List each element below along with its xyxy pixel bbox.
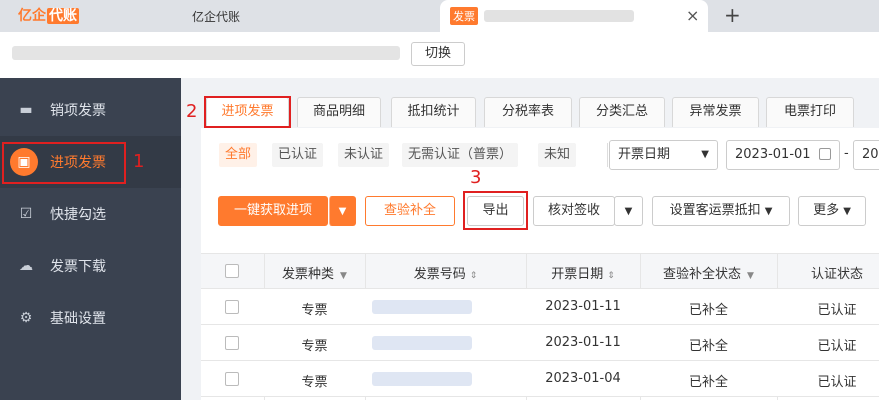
company-name-redacted [12, 46, 400, 60]
filter-no-cert-needed[interactable]: 无需认证（普票） [402, 143, 519, 167]
sort-icon[interactable]: ⇕ [470, 271, 478, 281]
annotation-number-3: 3 [470, 167, 482, 188]
filter-unknown[interactable]: 未知 [538, 143, 577, 167]
annotation-number-2: 2 [186, 101, 198, 122]
cell-invoice-date: 2023-01-11 [545, 299, 621, 314]
cell-invoice-date: 2023-01-11 [545, 335, 621, 350]
sort-icon[interactable]: ⇕ [607, 271, 615, 281]
sidebar-item-label: 发票下载 [50, 259, 106, 275]
cloud-download-icon: ☁ [19, 258, 33, 274]
cell-auth-status: 已认证 [817, 339, 857, 354]
cell-verify-status: 已补全 [688, 339, 728, 354]
header-verify-status[interactable]: 查验补全状态 ▼ [640, 263, 777, 282]
filter-divider [607, 143, 608, 167]
checkbox-icon: ☑ [19, 206, 33, 222]
sidebar-item-sales-invoice[interactable]: ▬ 销项发票 [0, 84, 181, 136]
header-invoice-number[interactable]: 发票号码 ⇕ [365, 263, 526, 282]
tab-title-redacted [484, 10, 634, 22]
tab-e-invoice-print[interactable]: 电票打印 [766, 97, 854, 127]
ticket-icon: ▬ [19, 102, 33, 118]
browser-tab-invoice[interactable]: 发票 × [440, 0, 708, 32]
browser-tab-yiqi[interactable]: 亿企代账 [192, 8, 240, 25]
sidebar: ▬ 销项发票 ▣ 进项发票 ☑ 快捷勾选 ☁ 发票下载 ⚙ 基础设置 [0, 78, 181, 400]
header-auth-status[interactable]: 认证状态 [777, 263, 879, 282]
cell-invoice-number-redacted [372, 336, 472, 350]
cell-invoice-date: 2023-01-04 [545, 371, 621, 386]
tab-abnormal-invoice[interactable]: 异常发票 [672, 97, 759, 127]
switch-company-button[interactable]: 切换 [411, 42, 465, 66]
close-tab-icon[interactable]: × [686, 6, 699, 25]
cell-invoice-type: 专票 [301, 303, 328, 318]
calendar-icon [819, 148, 831, 160]
caret-down-icon: ▼ [764, 206, 773, 217]
annotation-number-1: 1 [133, 151, 145, 172]
gear-icon: ⚙ [19, 310, 33, 326]
app-logo: 亿企 代账 [18, 8, 79, 24]
company-bar: 切换 [0, 32, 879, 78]
tab-goods-detail[interactable]: 商品明细 [297, 97, 381, 127]
check-sign-dropdown-button[interactable]: ▼ [614, 196, 643, 226]
cell-auth-status: 已认证 [817, 375, 857, 390]
sidebar-item-label: 销项发票 [50, 103, 106, 119]
header-invoice-type[interactable]: 发票种类 ▼ [264, 263, 365, 282]
annotation-box-1 [2, 142, 126, 184]
browser-tab-bar: 亿企 代账 亿企代账 发票 × + [0, 0, 879, 32]
row-checkbox[interactable] [225, 300, 239, 314]
sidebar-item-quick-check[interactable]: ☑ 快捷勾选 [0, 188, 181, 240]
more-button[interactable]: 更多 ▼ [798, 196, 866, 226]
filter-certified[interactable]: 已认证 [272, 143, 324, 167]
invoice-tab-icon: 发票 [450, 7, 478, 25]
tab-tax-rate-table[interactable]: 分税率表 [484, 97, 572, 127]
annotation-box-2 [204, 96, 291, 128]
cell-auth-status: 已认证 [817, 303, 857, 318]
cell-verify-status: 已补全 [688, 375, 728, 390]
annotation-box-3 [463, 191, 528, 230]
filter-icon[interactable]: ▼ [340, 271, 347, 281]
caret-down-icon: ▼ [338, 206, 347, 217]
new-tab-icon[interactable]: + [724, 3, 741, 27]
filter-all[interactable]: 全部 [219, 143, 258, 167]
date-type-select[interactable]: 开票日期 ▼ [609, 140, 718, 170]
sidebar-item-label: 快捷勾选 [50, 207, 106, 223]
select-all-checkbox[interactable] [225, 264, 239, 278]
cell-verify-status: 已补全 [688, 303, 728, 318]
cell-invoice-type: 专票 [301, 375, 328, 390]
row-checkbox[interactable] [225, 372, 239, 386]
sidebar-item-basic-settings[interactable]: ⚙ 基础设置 [0, 292, 181, 344]
header-invoice-date[interactable]: 开票日期 ⇕ [526, 263, 640, 282]
filter-icon[interactable]: ▼ [747, 271, 754, 281]
fetch-input-button[interactable]: 一键获取进项 [218, 196, 328, 226]
tab-category-summary[interactable]: 分类汇总 [579, 97, 665, 127]
caret-down-icon: ▼ [624, 206, 633, 217]
filter-uncertified[interactable]: 未认证 [338, 143, 390, 167]
date-to-input[interactable]: 20 [853, 140, 879, 170]
sidebar-item-invoice-download[interactable]: ☁ 发票下载 [0, 240, 181, 292]
row-checkbox[interactable] [225, 336, 239, 350]
fetch-dropdown-button[interactable]: ▼ [329, 196, 356, 226]
cell-invoice-number-redacted [372, 300, 472, 314]
freight-deduction-button[interactable]: 设置客运票抵扣 ▼ [652, 196, 790, 226]
check-sign-button[interactable]: 核对签收 [533, 196, 615, 226]
verify-complete-button[interactable]: 查验补全 [365, 196, 455, 226]
date-from-input[interactable]: 2023-01-01 [726, 140, 840, 170]
sidebar-item-label: 基础设置 [50, 311, 106, 327]
tab-deduction-stats[interactable]: 抵扣统计 [391, 97, 476, 127]
cell-invoice-type: 专票 [301, 339, 328, 354]
date-separator: - [844, 146, 849, 161]
chevron-down-icon: ▼ [701, 149, 709, 160]
cell-invoice-number-redacted [372, 372, 472, 386]
caret-down-icon: ▼ [843, 206, 851, 217]
